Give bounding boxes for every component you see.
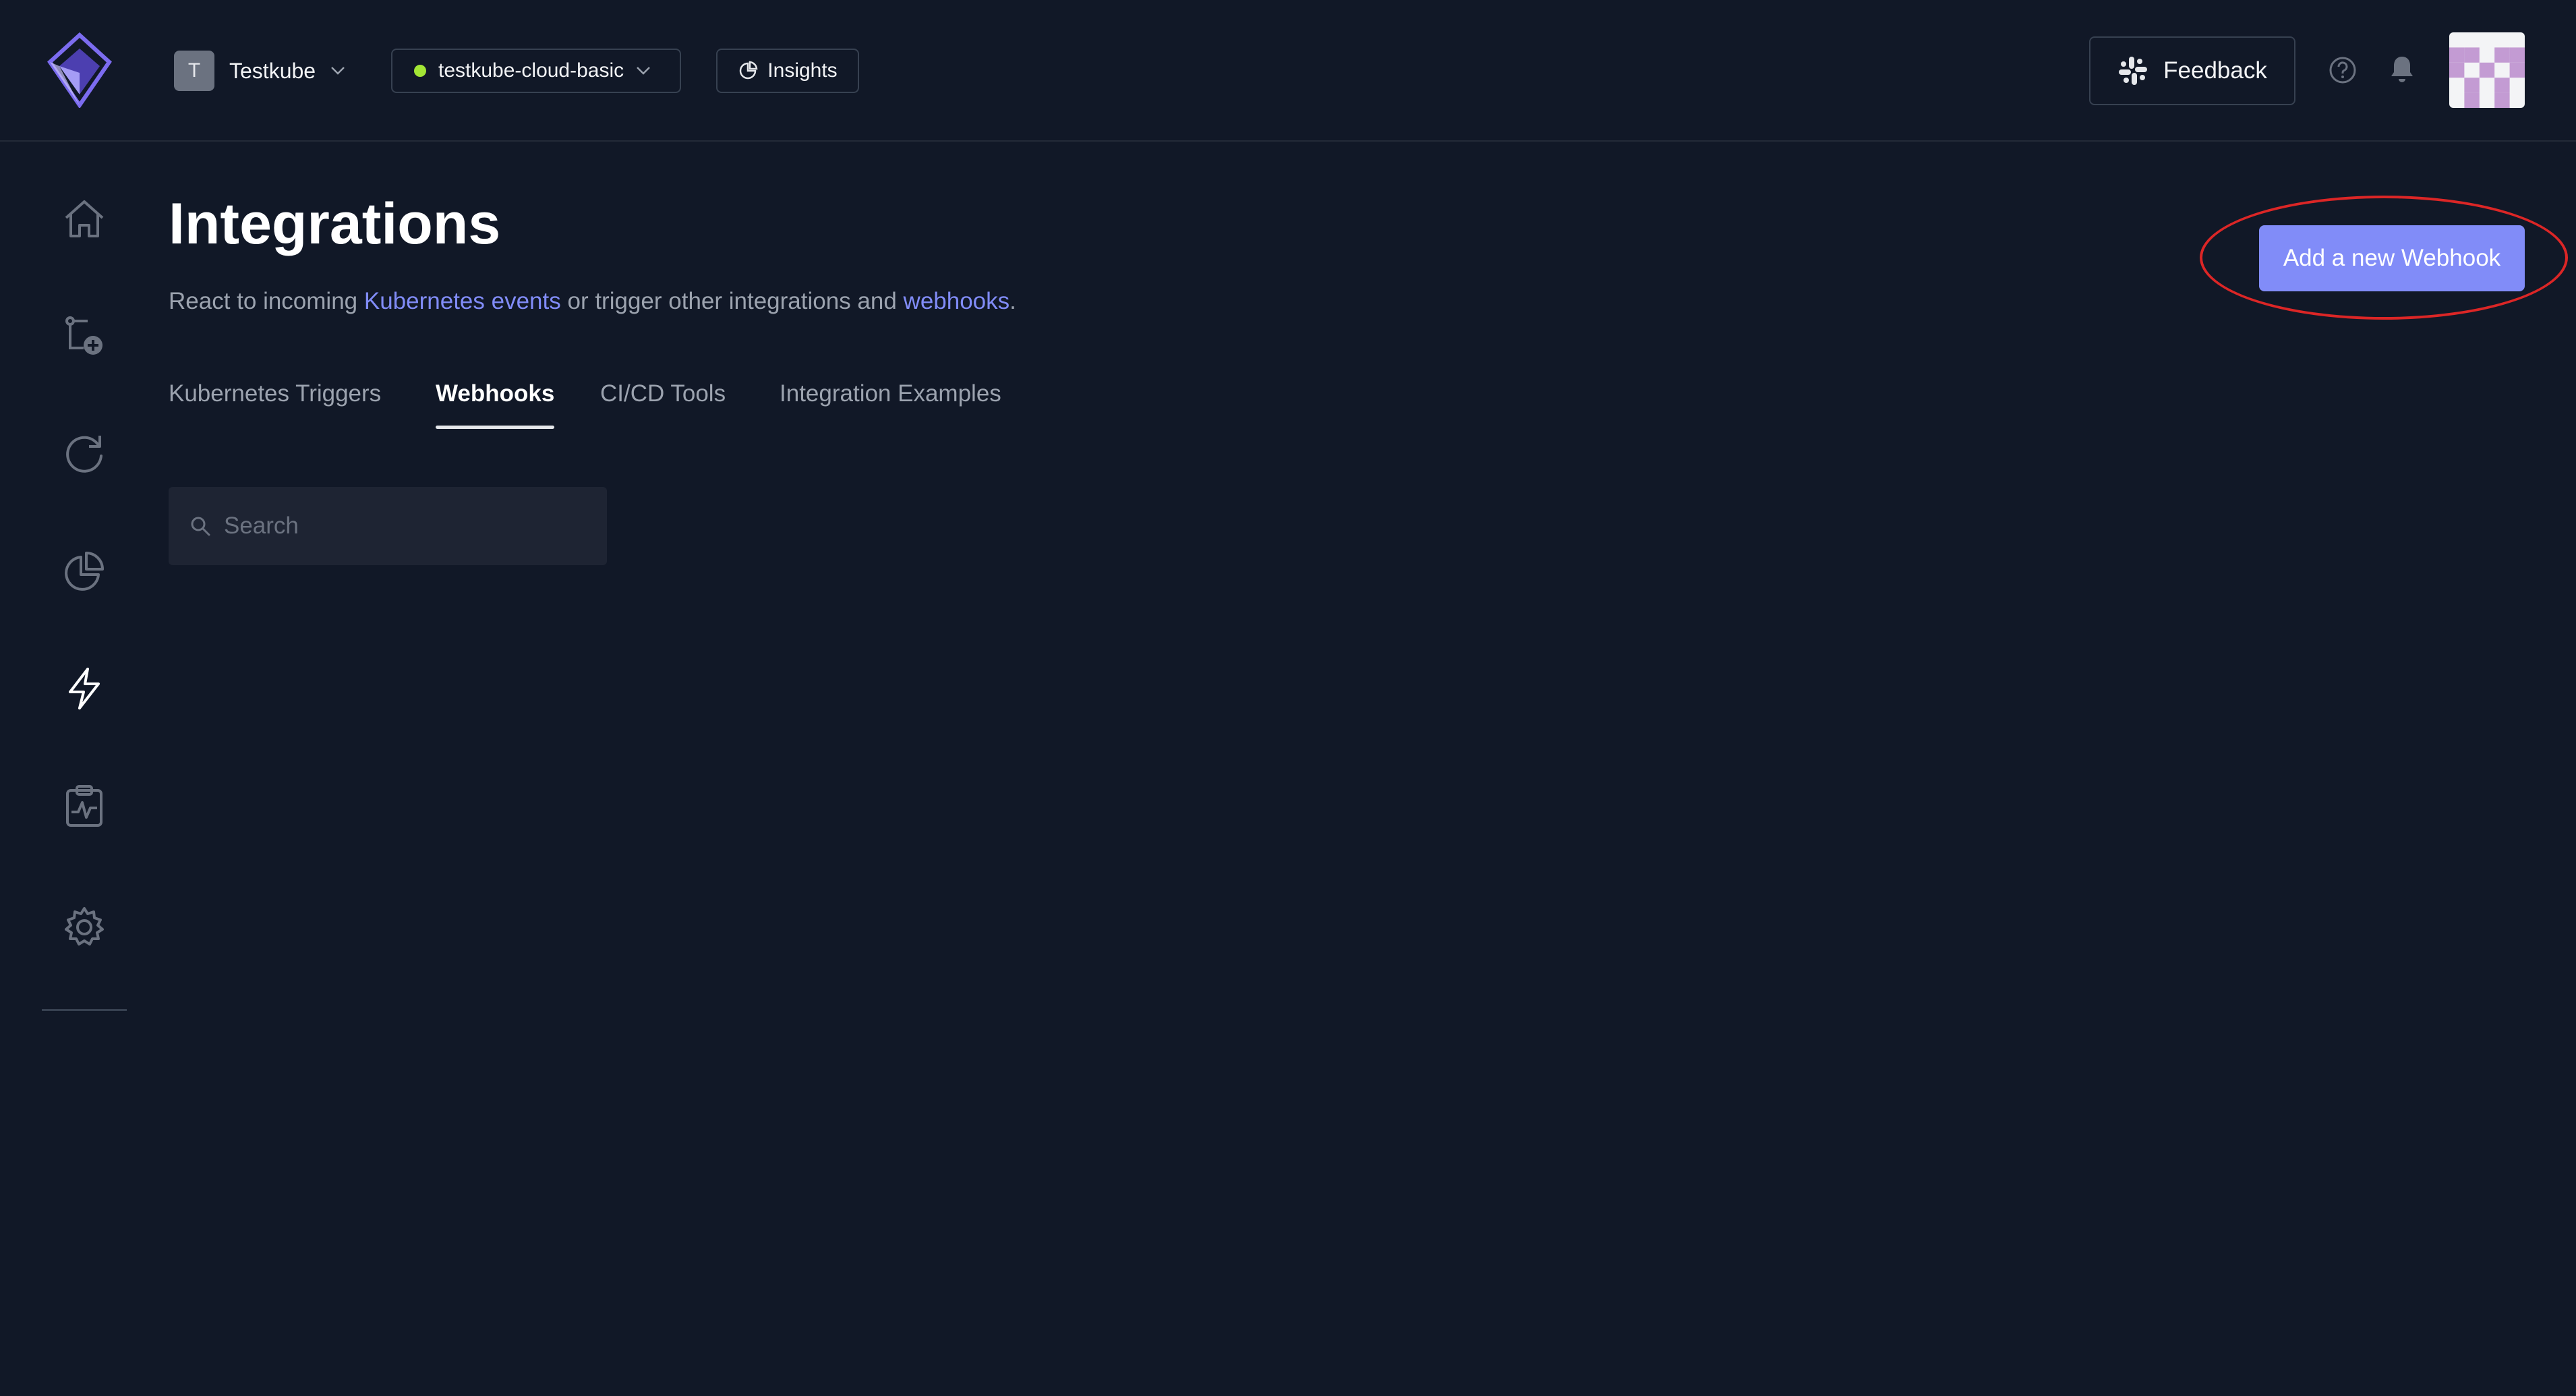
pie-chart-icon[interactable]: [61, 548, 108, 595]
search-box: [169, 487, 607, 565]
help-icon[interactable]: [2328, 55, 2358, 85]
tab-webhooks[interactable]: Webhooks: [436, 375, 555, 429]
bell-icon[interactable]: [2389, 54, 2416, 85]
clipboard-pulse-icon[interactable]: [61, 782, 108, 830]
lightning-icon[interactable]: [61, 665, 108, 712]
page-description: React to incoming Kubernetes events or t…: [169, 286, 1016, 317]
pie-chart-icon: [740, 61, 758, 80]
webhooks-link[interactable]: webhooks: [904, 288, 1010, 314]
identicon-icon: [2449, 47, 2525, 108]
feedback-button[interactable]: Feedback: [2089, 36, 2295, 105]
sidebar: [0, 142, 169, 1396]
chevron-down-icon: [637, 67, 651, 75]
organization-switcher[interactable]: T Testkube: [174, 50, 345, 92]
tab-integration-examples[interactable]: Integration Examples: [780, 375, 1001, 429]
insights-button[interactable]: Insights: [716, 49, 859, 93]
search-input[interactable]: [223, 512, 603, 540]
top-bar: T Testkube testkube-cloud-basic Insights: [0, 0, 2576, 142]
refresh-icon[interactable]: [61, 430, 108, 477]
environment-switcher[interactable]: testkube-cloud-basic: [391, 49, 681, 93]
home-icon[interactable]: [61, 196, 108, 243]
tab-cicd-tools[interactable]: CI/CD Tools: [600, 375, 726, 429]
add-test-icon[interactable]: [61, 313, 108, 360]
add-webhook-button[interactable]: Add a new Webhook: [2259, 225, 2525, 291]
description-text: or trigger other integrations and: [560, 288, 904, 314]
org-avatar: T: [174, 51, 214, 91]
slack-icon: [2119, 57, 2148, 85]
description-text: .: [1009, 288, 1016, 314]
feedback-label: Feedback: [2163, 57, 2267, 84]
gear-icon[interactable]: [61, 904, 108, 951]
environment-status-dot: [414, 65, 426, 77]
sidebar-divider: [42, 1009, 127, 1011]
org-name: Testkube: [229, 58, 316, 83]
testkube-logo-icon[interactable]: [46, 32, 113, 108]
tab-kubernetes-triggers[interactable]: Kubernetes Triggers: [169, 375, 381, 429]
kubernetes-events-link[interactable]: Kubernetes events: [364, 288, 561, 314]
environment-name: testkube-cloud-basic: [438, 59, 624, 82]
search-icon: [191, 517, 210, 536]
page-title: Integrations: [169, 192, 501, 256]
chevron-down-icon: [331, 67, 345, 75]
user-avatar[interactable]: [2449, 32, 2525, 108]
insights-label: Insights: [767, 59, 838, 82]
description-text: React to incoming: [169, 288, 364, 314]
